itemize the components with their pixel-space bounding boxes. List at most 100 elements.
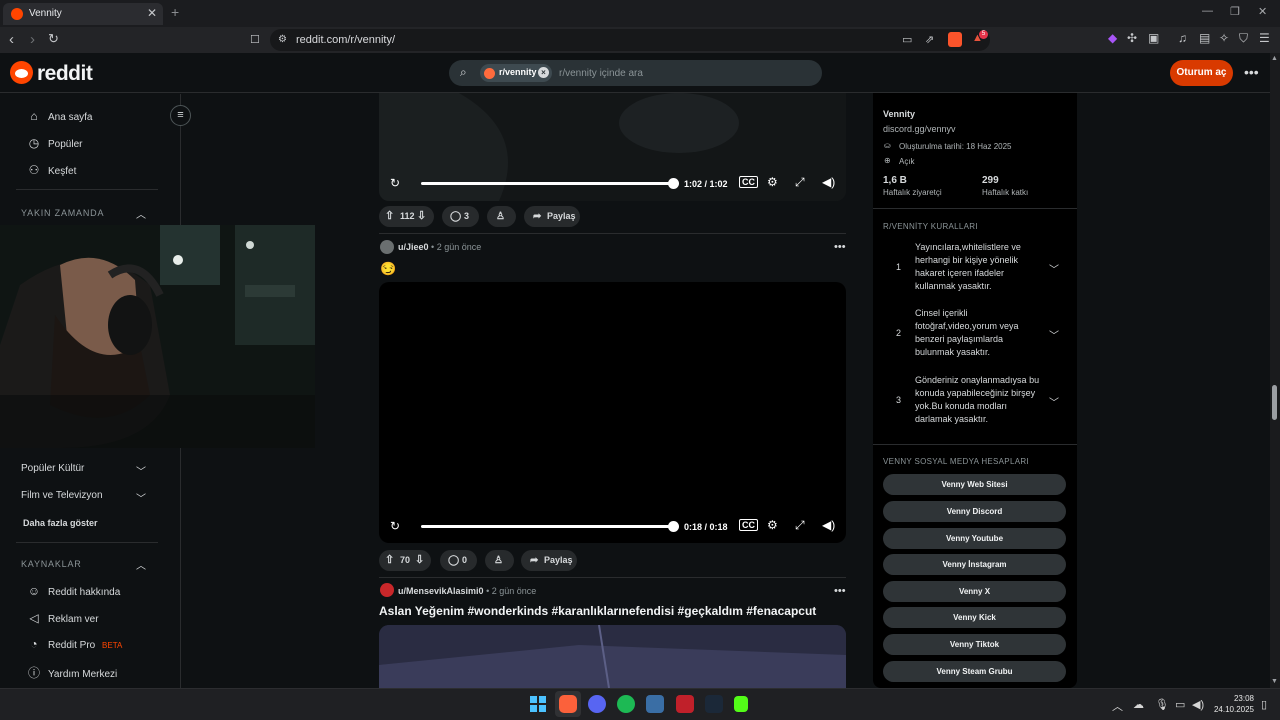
video-progress-bar[interactable] [421, 182, 673, 185]
downvote-icon[interactable]: ⇩ [415, 550, 424, 571]
chevron-down-icon[interactable]: ﹀ [1049, 327, 1059, 342]
share-button[interactable]: ➦ Paylaş [521, 550, 577, 571]
discord-icon[interactable] [588, 695, 606, 713]
settings-icon[interactable]: ⚙ [767, 175, 778, 189]
social-link-button[interactable]: Venny Steam Grubu [883, 661, 1066, 682]
minimize-icon[interactable]: — [1202, 5, 1213, 17]
replay-icon[interactable]: ↻ [390, 176, 400, 190]
video-progress-bar[interactable] [421, 525, 673, 528]
app-icon[interactable] [676, 695, 694, 713]
settings-icon[interactable]: ⚙ [767, 518, 778, 532]
social-link-button[interactable]: Venny İnstagram [883, 554, 1066, 575]
avatar[interactable] [380, 583, 394, 597]
maximize-icon[interactable]: ❐ [1230, 5, 1240, 18]
wallet-icon[interactable]: ▤ [1199, 31, 1210, 45]
post-video-player[interactable] [379, 282, 846, 543]
cloud-icon[interactable]: ☁ [1133, 698, 1144, 711]
notification-icon[interactable]: ▯ [1261, 698, 1267, 711]
new-tab-button[interactable]: + [171, 4, 179, 20]
award-button[interactable]: ♙ [485, 550, 514, 571]
sidebar-item-home[interactable]: ⌂ Ana sayfa [26, 109, 92, 123]
collapse-sidebar-button[interactable]: ≡ [170, 105, 191, 126]
resources-section-header[interactable]: KAYNAKLAR [21, 559, 82, 569]
comments-button[interactable]: ◯ 3 [442, 206, 479, 227]
upvote-icon[interactable]: ⇧ [385, 206, 394, 227]
extension-icon[interactable]: ◆ [1108, 31, 1117, 45]
more-options-icon[interactable]: ••• [1244, 64, 1259, 80]
social-link-button[interactable]: Venny Kick [883, 607, 1066, 628]
chevron-down-icon[interactable]: ﹀ [1049, 261, 1059, 276]
social-link-button[interactable]: Venny Web Sitesi [883, 474, 1066, 495]
subreddit-search-chip[interactable]: r/vennity × [480, 64, 552, 82]
system-clock[interactable]: 23:08 24.10.2025 [1210, 693, 1254, 715]
sidebar-item-help-center[interactable]: ⓘ Yardım Merkezi [26, 664, 117, 681]
chevron-down-icon[interactable]: ﹀ [136, 490, 146, 505]
chevron-up-icon[interactable]: ︿ [136, 557, 146, 572]
reload-icon[interactable]: ↻ [48, 31, 59, 47]
post-title[interactable]: Aslan Yeğenim #wonderkinds #karanlıkları… [379, 604, 816, 618]
music-icon[interactable]: ♫ [1178, 31, 1187, 45]
post-options-icon[interactable]: ••• [834, 241, 846, 253]
comments-button[interactable]: ◯ 0 [440, 550, 477, 571]
chevron-down-icon[interactable]: ﹀ [1049, 394, 1059, 409]
tab-close-icon[interactable]: ✕ [147, 6, 157, 20]
post-media[interactable] [379, 625, 846, 688]
fullscreen-icon[interactable]: ⤢ [795, 175, 805, 190]
sidebar-item-advertise[interactable]: ◁ Reklam ver [26, 611, 98, 625]
cast-icon[interactable]: ▭ [902, 33, 912, 46]
menu-icon[interactable]: ☰ [1259, 31, 1270, 45]
window-close-icon[interactable]: ✕ [1258, 5, 1267, 18]
puzzle-icon[interactable]: ✣ [1127, 31, 1137, 45]
reddit-logo-icon[interactable] [10, 61, 33, 84]
share-button[interactable]: ➦ Paylaş [524, 206, 580, 227]
social-link-button[interactable]: Venny Tiktok [883, 634, 1066, 655]
social-link-button[interactable]: Venny X [883, 581, 1066, 602]
brave-shield-icon[interactable] [948, 32, 962, 47]
social-link-button[interactable]: Venny Youtube [883, 528, 1066, 549]
scroll-up-icon[interactable]: ▲ [1271, 55, 1278, 62]
sidebar-topic-pop-culture[interactable]: Popüler Kültür [21, 463, 84, 474]
sidebar-icon[interactable]: ▣ [1148, 31, 1159, 45]
bookmark-icon[interactable]: ☐ [250, 33, 260, 46]
microphone-icon[interactable]: 🎙 [1155, 698, 1169, 711]
leo-ai-icon[interactable]: ✧ [1219, 31, 1229, 45]
vpn-icon[interactable]: ⛉ [1239, 31, 1248, 46]
replay-icon[interactable]: ↻ [390, 519, 400, 533]
video-progress-knob[interactable] [668, 521, 679, 532]
community-link[interactable]: discord.gg/vennyv [883, 124, 956, 134]
sidebar-topic-film-tv[interactable]: Film ve Televizyon [21, 490, 103, 501]
kick-icon[interactable] [734, 696, 748, 712]
steam-icon[interactable] [705, 695, 723, 713]
sidebar-item-popular[interactable]: ◷ Popüler [26, 136, 83, 150]
windows-start-icon[interactable] [529, 695, 547, 713]
upvote-icon[interactable]: ⇧ [385, 550, 394, 571]
volume-tray-icon[interactable]: ◀) [1192, 698, 1204, 711]
sidebar-item-explore[interactable]: ⚇ Keşfet [26, 163, 77, 177]
recent-section-header[interactable]: YAKIN ZAMANDA [21, 208, 104, 218]
url-field[interactable]: ⚙ reddit.com/r/vennity/ ▭ ⇗ ▲ 5 [270, 29, 990, 51]
captions-icon[interactable]: CC [739, 176, 758, 188]
award-button[interactable]: ♙ [487, 206, 516, 227]
downvote-icon[interactable]: ⇩ [417, 206, 426, 227]
reddit-logo-text[interactable]: reddit [37, 62, 93, 86]
back-icon[interactable]: ‹ [9, 31, 14, 48]
scroll-down-icon[interactable]: ▼ [1271, 678, 1278, 685]
captions-icon[interactable]: CC [739, 519, 758, 531]
show-more-link[interactable]: Daha fazla göster [23, 518, 98, 528]
avatar[interactable] [380, 240, 394, 254]
network-icon[interactable]: ▭ [1175, 698, 1185, 711]
spotify-icon[interactable] [617, 695, 635, 713]
chevron-up-icon[interactable]: ︿ [136, 206, 146, 221]
app-icon[interactable] [646, 695, 664, 713]
scrollbar-thumb[interactable] [1272, 385, 1277, 420]
social-link-button[interactable]: Venny Discord [883, 501, 1066, 522]
fullscreen-icon[interactable]: ⤢ [795, 518, 805, 533]
video-progress-knob[interactable] [668, 178, 679, 189]
browser-tab[interactable]: Vennity ✕ [3, 3, 163, 25]
volume-icon[interactable]: ◀) [822, 175, 835, 189]
share-icon[interactable]: ⇗ [925, 33, 934, 46]
post-options-icon[interactable]: ••• [834, 585, 846, 597]
forward-icon[interactable]: › [30, 31, 35, 48]
sidebar-item-about-reddit[interactable]: ☺ Reddit hakkında [26, 584, 120, 598]
post-author[interactable]: u/MensevikAlasimi0 • 2 gün önce [398, 586, 536, 596]
